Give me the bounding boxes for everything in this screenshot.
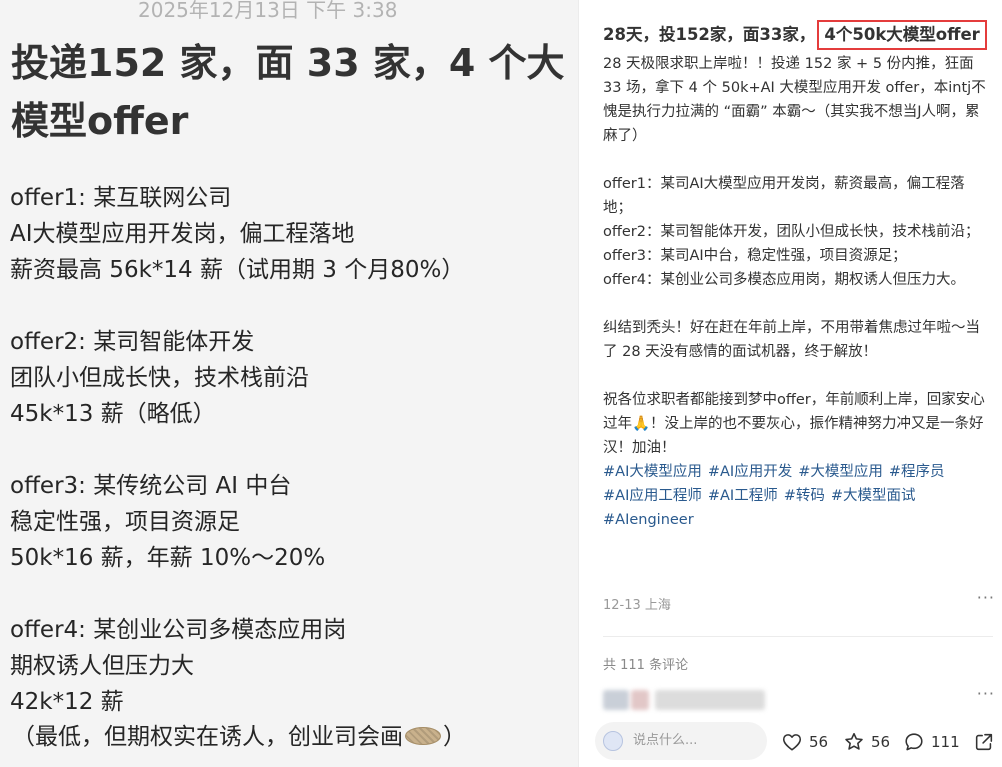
- image-line: 稳定性强，项目资源足: [10, 509, 240, 535]
- post-title: 28天，投152家，面33家， 4个50k大模型offer: [603, 20, 987, 50]
- hashtag-link[interactable]: #大模型面试: [831, 488, 916, 504]
- like-button[interactable]: 56: [781, 728, 828, 756]
- image-last-line-close: ）: [443, 724, 466, 750]
- hashtag-link[interactable]: #AI应用工程师: [603, 488, 702, 504]
- post-image[interactable]: 2025年12月13日 下午 3:38 投递152 家，面 33 家，4 个大模…: [0, 0, 578, 767]
- avatar-blur: [631, 690, 649, 710]
- avatar: [603, 690, 629, 710]
- image-last-line-text: （最低，但期权实在诱人，创业司会画: [12, 724, 403, 750]
- app-window: 2025年12月13日 下午 3:38 投递152 家，面 33 家，4 个大模…: [0, 0, 1002, 767]
- bottom-action-bar: 说点什么... 56 56 111: [595, 722, 995, 762]
- image-line: offer1: 某互联网公司: [10, 185, 232, 211]
- star-icon: [845, 732, 863, 750]
- post-title-highlight: 4个50k大模型offer: [817, 20, 987, 50]
- hashtag-list: #AI大模型应用 #AI应用开发 #大模型应用 #程序员 #AI应用工程师 #AI工程师…: [603, 460, 991, 532]
- post-paragraph: 纠结到秃头！好在赶在年前上岸，不用带着焦虑过年啦～当了 28 天没有感情的面试机…: [603, 320, 980, 360]
- image-last-line: （最低，但期权实在诱人，创业司会画 ）: [12, 722, 466, 752]
- post-paragraph: 祝各位求职者都能接到梦中offer，年前顺利上岸，回家安心过年🙏！没上岸的也不要…: [603, 392, 985, 456]
- post-body: 28 天极限求职上岸啦！！投递 152 家 + 5 份内推，狂面 33 场，拿下…: [603, 52, 991, 532]
- post-paragraph: 28 天极限求职上岸啦！！投递 152 家 + 5 份内推，狂面 33 场，拿下…: [603, 56, 986, 144]
- image-title: 投递152 家，面 33 家，4 个大模型offer: [11, 41, 565, 143]
- image-line: offer2: 某司智能体开发: [10, 329, 255, 355]
- comment-count-action: 111: [931, 733, 960, 751]
- image-line: 团队小但成长快，技术栈前沿: [10, 365, 309, 391]
- post-paragraph: offer4：某创业公司多模态应用岗，期权诱人但压力大。: [603, 272, 965, 288]
- post-detail-panel: 28天，投152家，面33家， 4个50k大模型offer 28 天极限求职上岸啦…: [578, 0, 1002, 767]
- comment-bubble-icon: [905, 733, 923, 751]
- image-line: 45k*13 薪（略低）: [10, 401, 216, 427]
- hashtag-link[interactable]: #转码: [784, 488, 825, 504]
- post-title-prefix: 28天，投152家，面33家，: [603, 25, 816, 44]
- image-date: 2025年12月13日 下午 3:38: [138, 0, 398, 22]
- hashtag-link[interactable]: #大模型应用: [798, 464, 883, 480]
- divider: [603, 636, 993, 637]
- image-line: 薪资最高 56k*14 薪（试用期 3 个月80%）: [10, 257, 465, 283]
- user-avatar-icon: [603, 731, 623, 751]
- heart-icon: [782, 734, 802, 751]
- blurred-username: [655, 690, 765, 710]
- share-button[interactable]: [973, 728, 995, 756]
- post-paragraph: offer2：某司智能体开发，团队小但成长快，技术栈前沿；: [603, 224, 980, 240]
- more-options-icon[interactable]: ···: [977, 684, 995, 703]
- image-line: 期权诱人但压力大: [10, 653, 194, 679]
- hashtag-link[interactable]: #AI应用开发: [708, 464, 792, 480]
- share-icon: [975, 733, 993, 751]
- collect-button[interactable]: 56: [843, 728, 890, 756]
- comment-preview-blurred: ···: [603, 684, 995, 712]
- comment-input-placeholder: 说点什么...: [633, 733, 698, 748]
- more-options-icon[interactable]: ···: [977, 588, 995, 607]
- comment-button[interactable]: 111: [903, 728, 960, 756]
- comment-input[interactable]: 说点什么...: [595, 722, 767, 760]
- hashtag-link[interactable]: #AIengineer: [603, 512, 694, 528]
- post-paragraph: offer3：某司AI中台，稳定性强，项目资源足；: [603, 248, 907, 264]
- comment-count: 共 111 条评论: [603, 658, 689, 673]
- image-line: offer4: 某创业公司多模态应用岗: [10, 617, 347, 643]
- collect-count: 56: [871, 733, 891, 751]
- post-paragraph: offer1：某司AI大模型应用开发岗，薪资最高，偏工程落地；: [603, 176, 965, 216]
- image-line: 42k*12 薪: [10, 689, 124, 715]
- hashtag-link[interactable]: #AI工程师: [708, 488, 778, 504]
- post-meta: 12-13 上海 ···: [603, 588, 995, 613]
- hashtag-link[interactable]: #AI大模型应用: [603, 464, 702, 480]
- image-line: offer3: 某传统公司 AI 中台: [10, 473, 292, 499]
- hashtag-link[interactable]: #程序员: [889, 464, 945, 480]
- cookie-icon: [405, 726, 441, 745]
- image-line: AI大模型应用开发岗，偏工程落地: [10, 221, 355, 247]
- post-date-location: 12-13 上海: [603, 598, 671, 613]
- like-count: 56: [809, 733, 829, 751]
- image-line: 50k*16 薪，年薪 10%～20%: [10, 545, 326, 571]
